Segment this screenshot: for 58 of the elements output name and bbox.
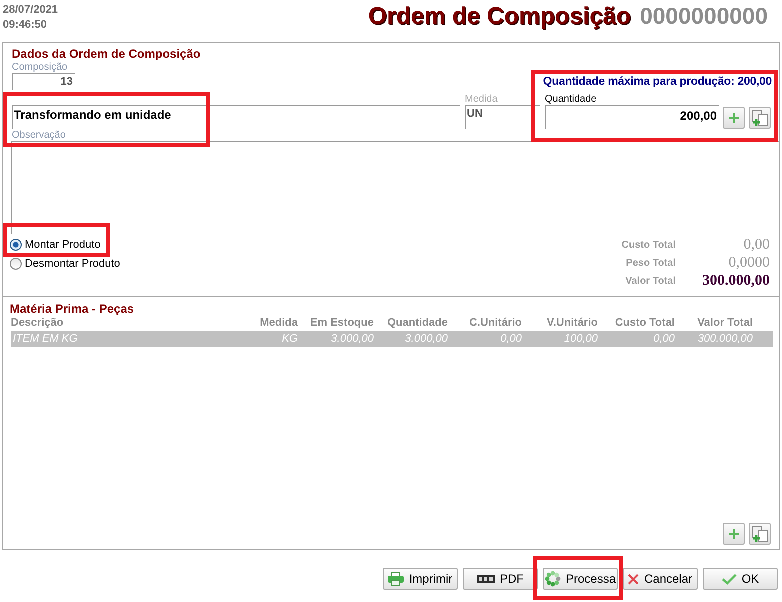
observation-field[interactable]: [11, 141, 779, 234]
radio-option[interactable]: Montar Produto: [10, 239, 101, 251]
documents-plus-icon: [752, 110, 768, 126]
column-header: Custo Total: [614, 317, 676, 330]
ok-button[interactable]: OK: [703, 568, 778, 590]
plus-icon: [729, 529, 739, 539]
printer-icon: [388, 572, 404, 586]
documents-plus-icon: [752, 526, 768, 542]
table-cell-text: 0,00: [500, 332, 523, 346]
table-cell-text: 3.000,00: [330, 332, 375, 346]
window-title: Ordem de Composição: [368, 2, 632, 32]
plus-icon: [729, 113, 739, 123]
table-cell-text: 300.000,00: [696, 332, 754, 346]
table-cell-text: 100,00: [563, 332, 599, 346]
process-button[interactable]: Processa: [543, 568, 618, 590]
column-header: C.Unitário: [468, 317, 523, 330]
table-cell-text: 3.000,00: [404, 332, 449, 346]
section-title: Matéria Prima - Peças: [10, 302, 134, 317]
description-field[interactable]: Transformando em unidade: [12, 105, 460, 129]
unit-field[interactable]: UN: [465, 105, 540, 129]
pdf-button[interactable]: PDF: [463, 568, 538, 590]
field-label: Medida: [465, 94, 498, 105]
add-button[interactable]: [723, 523, 745, 545]
table-cell-text: KG: [281, 332, 299, 346]
column-header: Descrição: [11, 317, 65, 330]
total-value: 300.000,00: [702, 272, 770, 290]
total-label: Peso Total: [625, 258, 676, 268]
radio-option[interactable]: Desmontar Produto: [10, 258, 120, 270]
section-title: Dados da Ordem de Composição: [12, 47, 201, 62]
add-button[interactable]: [723, 107, 745, 129]
check-icon: [722, 574, 737, 584]
date-text: 28/07/2021: [3, 4, 58, 16]
total-label: Custo Total: [622, 240, 676, 250]
table-cell-text: ITEM EM KG: [12, 332, 79, 346]
quantity-field[interactable]: 200,00: [545, 105, 719, 129]
max-quantity-text: Quantidade máxima para produção: 200,00: [543, 75, 772, 90]
column-header: V.Unitário: [546, 317, 599, 330]
cross-icon: [628, 574, 640, 584]
column-header: Em Estoque: [309, 317, 375, 330]
field-label: Composição: [12, 62, 68, 73]
time-text: 09:46:50: [3, 19, 48, 31]
column-header: Valor Total: [696, 317, 754, 330]
total-value: 0,00: [742, 236, 770, 254]
field-label: Quantidade: [545, 94, 597, 105]
copy-button[interactable]: [749, 523, 771, 545]
order-number: 0000000000: [640, 2, 768, 31]
cancel-button[interactable]: Cancelar: [623, 568, 698, 590]
print-button[interactable]: Imprimir: [383, 568, 458, 590]
column-header: Quantidade: [386, 317, 449, 330]
spinner-icon: [544, 571, 561, 587]
document-tag-icon: [477, 575, 495, 583]
copy-button[interactable]: [749, 107, 771, 129]
field-label: Observação: [12, 130, 66, 141]
total-value: 0,0000: [728, 254, 770, 272]
column-header: Medida: [259, 317, 299, 330]
composition-field[interactable]: 13: [12, 73, 75, 90]
total-label: Valor Total: [624, 276, 676, 286]
table-cell-text: 0,00: [652, 332, 676, 346]
